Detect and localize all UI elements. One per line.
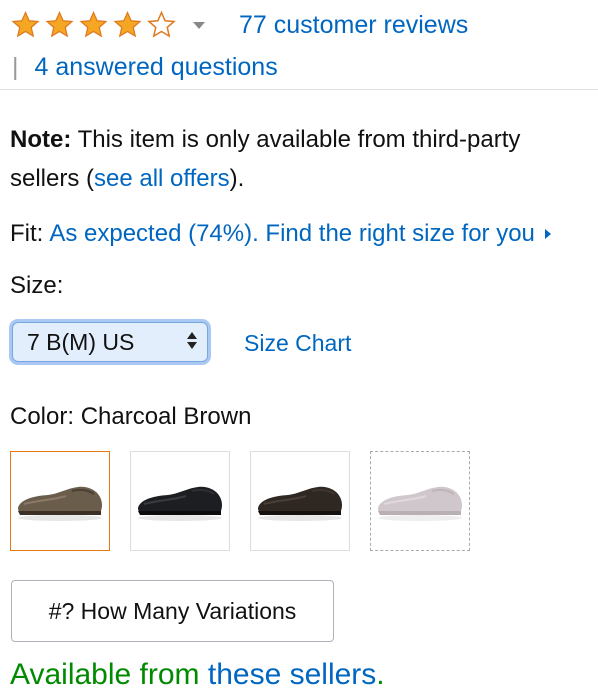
availability-suffix: .	[376, 658, 385, 691]
fit-size-link[interactable]: As expected (74%). Find the right size f…	[49, 220, 535, 248]
shoe-image	[378, 486, 462, 521]
size-selected-value: 7 B(M) US	[27, 328, 135, 355]
availability-line: Available from these sellers.	[10, 658, 385, 692]
shoe-image	[138, 486, 222, 521]
see-all-offers-link[interactable]: see all offers	[94, 165, 230, 192]
answered-questions-row: | 4 answered questions	[12, 53, 278, 82]
star-full-icon	[113, 10, 142, 38]
answered-questions-link[interactable]: 4 answered questions	[35, 53, 278, 82]
shoe-image	[258, 486, 342, 521]
star-full-icon	[45, 10, 74, 38]
these-sellers-link[interactable]: these sellers	[208, 658, 376, 691]
size-label: Size:	[10, 272, 64, 299]
divider	[0, 89, 598, 90]
caret-right-icon[interactable]	[544, 229, 551, 239]
note-text: This item is only available from third-p…	[10, 126, 521, 192]
star-rating[interactable]	[9, 10, 179, 40]
swatch-black[interactable]	[130, 451, 230, 551]
third-party-note: Note: This item is only available from t…	[10, 120, 590, 198]
size-select[interactable]: 7 B(M) US	[12, 322, 208, 362]
separator: |	[12, 53, 19, 81]
how-many-variations-button[interactable]: #? How Many Variations	[11, 580, 334, 642]
availability-prefix: Available from	[10, 658, 208, 691]
star-full-icon	[79, 10, 108, 38]
color-swatches	[10, 451, 490, 551]
star-empty-icon	[147, 10, 176, 38]
select-arrows-icon	[187, 332, 197, 349]
swatch-charcoal-brown[interactable]	[10, 451, 110, 551]
fit-label: Fit:	[10, 220, 44, 247]
star-full-icon	[11, 10, 40, 38]
note-suffix: ).	[229, 165, 245, 192]
rating-row: 77 customer reviews	[9, 8, 468, 42]
size-chart-link[interactable]: Size Chart	[244, 330, 351, 357]
customer-reviews-link[interactable]: 77 customer reviews	[239, 11, 468, 40]
note-label: Note:	[10, 126, 72, 153]
shoe-image	[18, 486, 102, 521]
chevron-down-icon[interactable]	[193, 21, 205, 29]
swatch-dark-brown[interactable]	[250, 451, 350, 551]
color-label: Color: Charcoal Brown	[10, 403, 252, 430]
swatch-light-grey[interactable]	[370, 451, 470, 551]
fit-row: Fit: As expected (74%). Find the right s…	[10, 220, 551, 248]
